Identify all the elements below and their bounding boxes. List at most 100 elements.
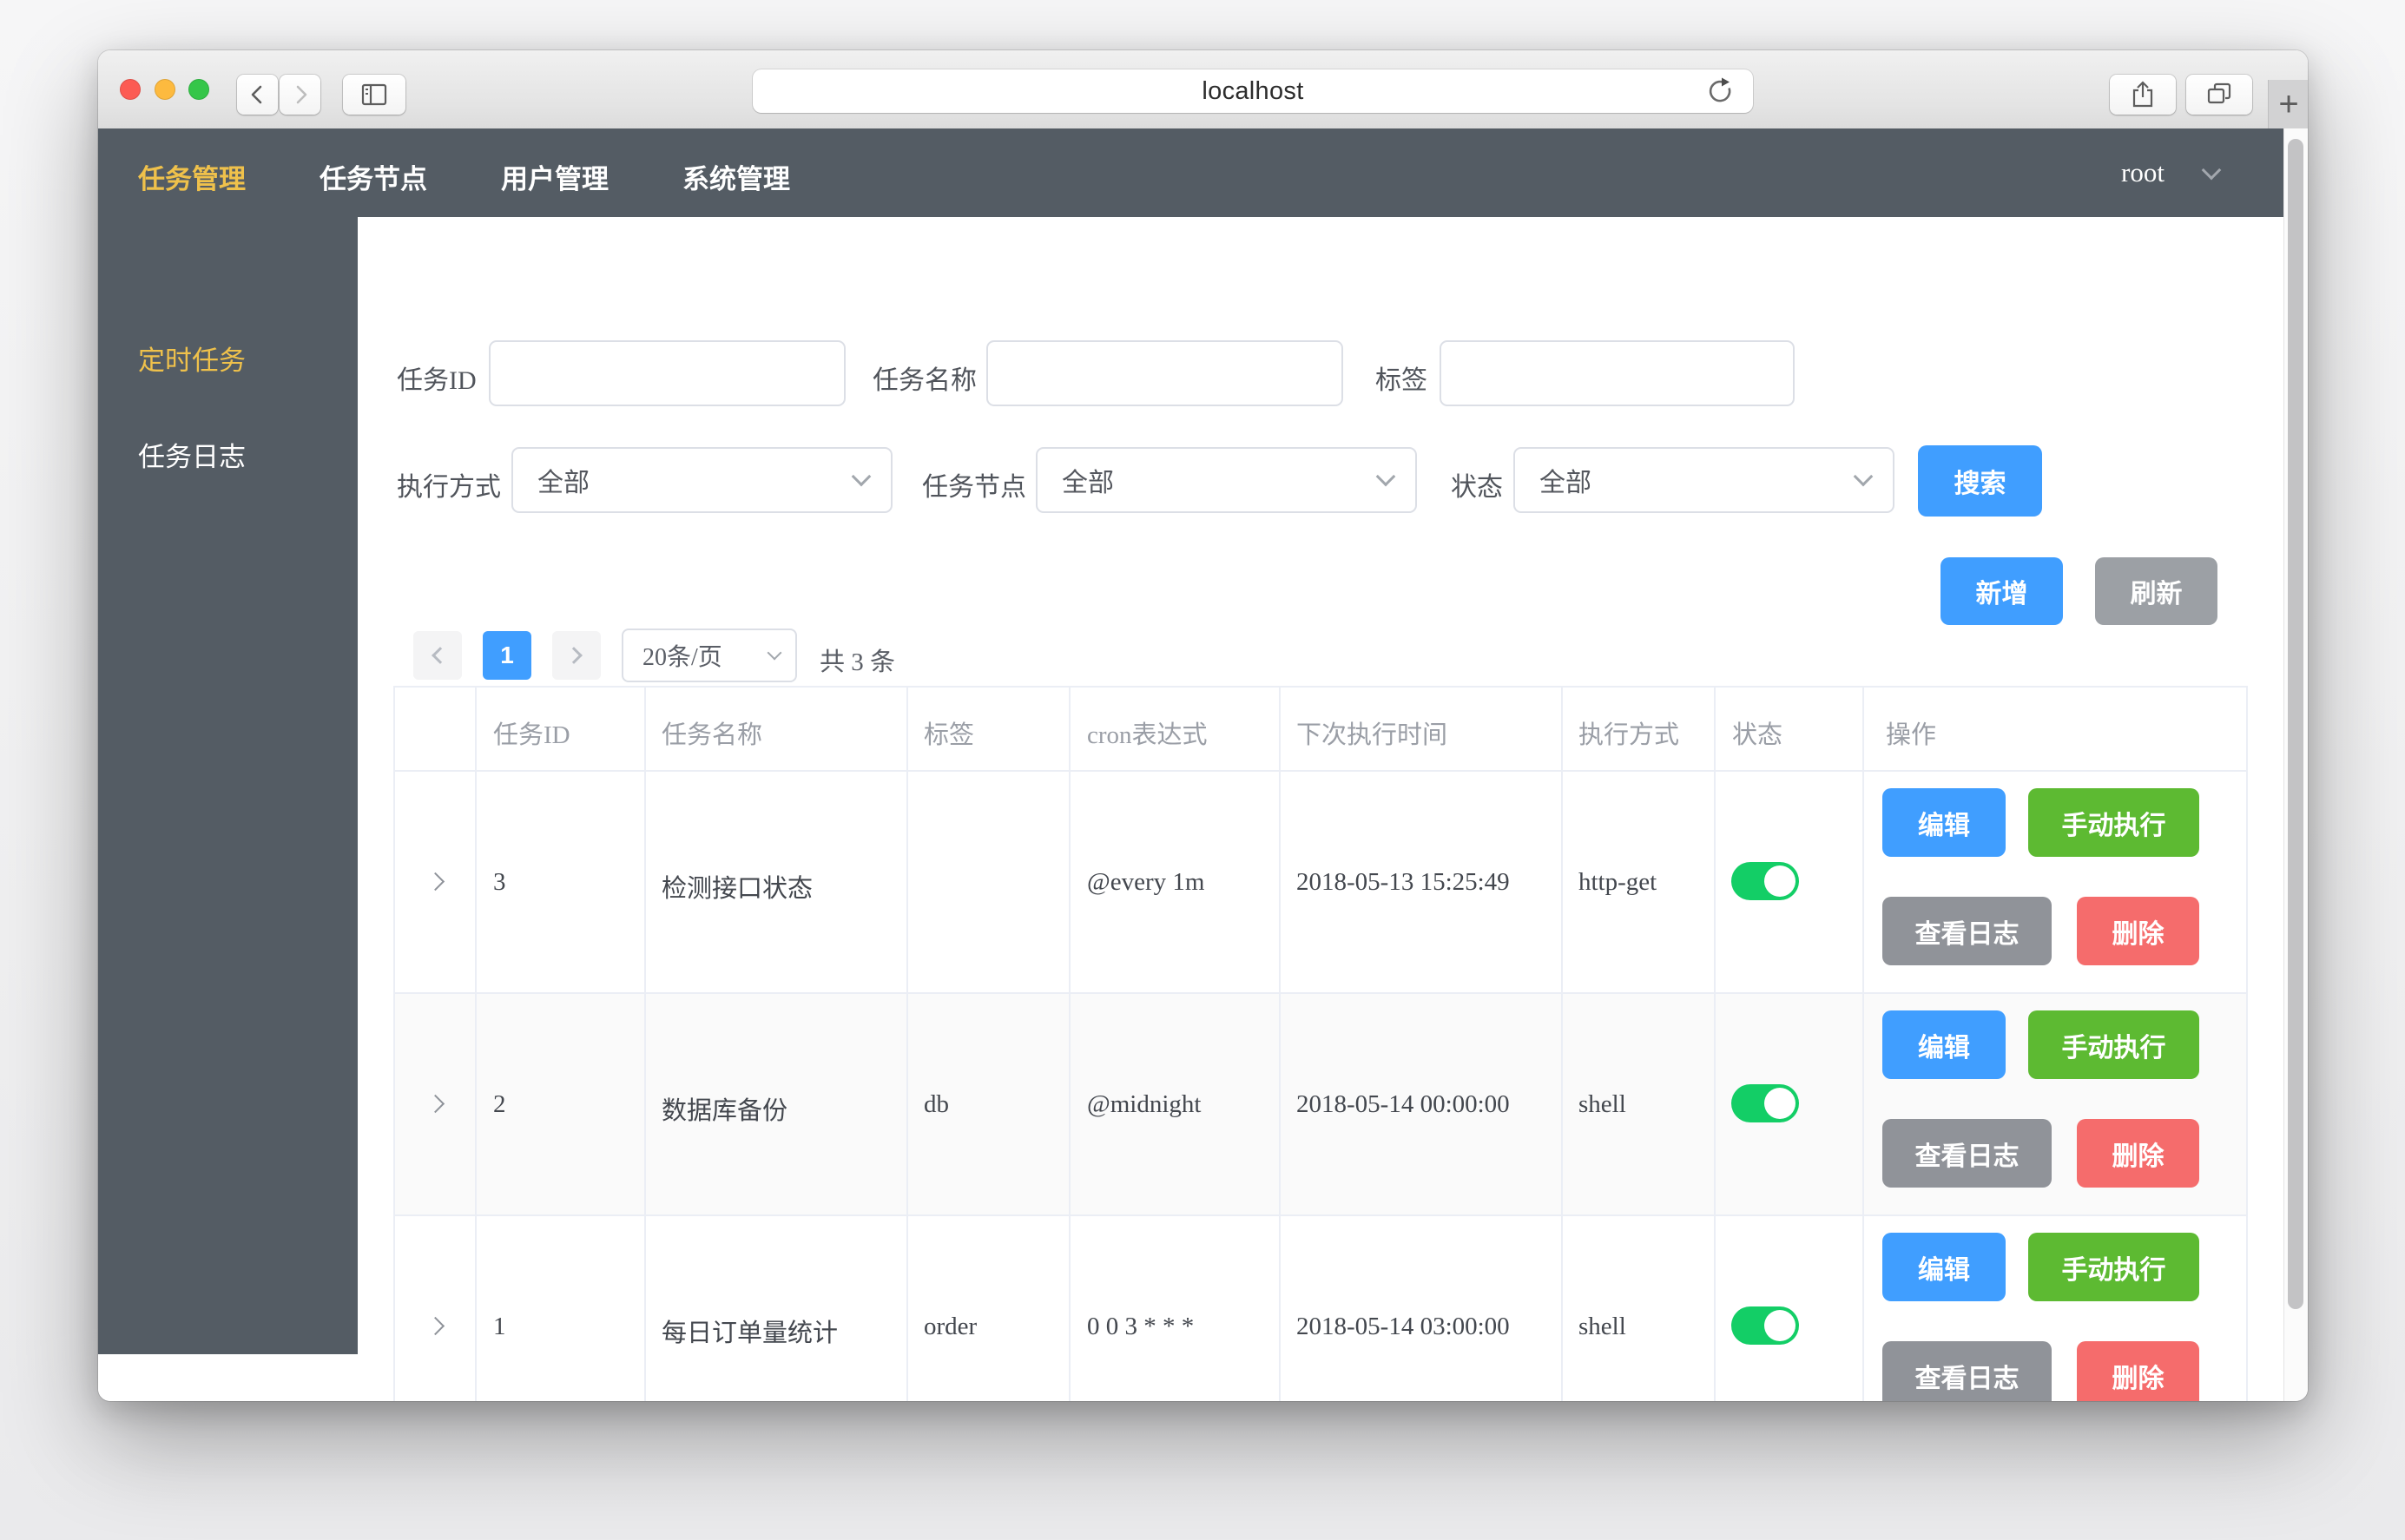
task-name-label: 任务名称 — [873, 359, 977, 397]
table-line — [644, 686, 646, 1401]
cell-tag: db — [924, 1090, 949, 1119]
side-menu: 定时任务 任务日志 — [98, 217, 358, 1354]
cell-next-time: 2018-05-14 03:00:00 — [1296, 1313, 1510, 1341]
browser-window: localhost + 任务管理 — [98, 50, 2308, 1401]
sidebar-item-task-logs[interactable]: 任务日志 — [138, 435, 246, 466]
status-select[interactable]: 全部 — [1513, 447, 1894, 513]
expand-row-icon[interactable] — [426, 1317, 445, 1335]
cell-next-time: 2018-05-14 00:00:00 — [1296, 1090, 1510, 1119]
forward-button[interactable] — [280, 75, 320, 115]
table-line — [1561, 686, 1563, 1401]
edit-button[interactable]: 编辑 — [1882, 1010, 2006, 1079]
chevron-down-icon — [768, 646, 782, 661]
node-select[interactable]: 全部 — [1036, 447, 1417, 513]
cell-protocol: shell — [1578, 1313, 1626, 1341]
cell-cron: @every 1m — [1087, 868, 1204, 897]
cell-cron: @midnight — [1087, 1090, 1201, 1119]
chevron-down-icon — [2202, 161, 2222, 181]
cell-task-id: 1 — [493, 1313, 506, 1341]
total-count: 共 3 条 — [820, 642, 895, 678]
cell-task-id: 3 — [493, 868, 506, 897]
status-label: 状态 — [1451, 465, 1503, 503]
next-page-button[interactable] — [552, 631, 601, 680]
page-number-button[interactable]: 1 — [483, 631, 531, 680]
header-next-time: 下次执行时间 — [1296, 714, 1447, 751]
cell-tag: order — [924, 1313, 977, 1341]
zoom-window-button[interactable] — [188, 79, 209, 100]
tasks-table: 任务ID 任务名称 标签 cron表达式 下次执行时间 执行方式 状态 操作 3… — [393, 686, 2248, 1401]
nav-item-task-nodes[interactable]: 任务节点 — [320, 157, 427, 188]
view-log-button[interactable]: 查看日志 — [1882, 1119, 2052, 1188]
task-id-input[interactable] — [489, 340, 846, 406]
toggle-knob — [1764, 1310, 1796, 1341]
view-log-button[interactable]: 查看日志 — [1882, 897, 2052, 965]
status-toggle[interactable] — [1731, 1306, 1799, 1345]
share-icon — [2129, 80, 2157, 109]
search-button[interactable]: 搜索 — [1918, 445, 2042, 517]
refresh-button[interactable]: 刷新 — [2095, 557, 2217, 625]
cell-next-time: 2018-05-13 15:25:49 — [1296, 868, 1510, 897]
page-size-value: 20条/页 — [642, 638, 722, 673]
status-toggle[interactable] — [1731, 1084, 1799, 1122]
tag-input[interactable] — [1440, 340, 1795, 406]
tag-label: 标签 — [1375, 359, 1427, 397]
chevron-down-icon — [1854, 467, 1874, 487]
cell-task-name: 数据库备份 — [662, 1090, 787, 1127]
edit-button[interactable]: 编辑 — [1882, 1233, 2006, 1301]
reload-icon — [1706, 76, 1736, 106]
table-line — [906, 686, 908, 1401]
view-log-button[interactable]: 查看日志 — [1882, 1341, 2052, 1401]
protocol-select[interactable]: 全部 — [511, 447, 893, 513]
toggle-knob — [1764, 865, 1796, 897]
run-button[interactable]: 手动执行 — [2028, 788, 2199, 857]
page-size-select[interactable]: 20条/页 — [622, 629, 797, 682]
scrollbar-thumb[interactable] — [2288, 139, 2303, 1309]
delete-button[interactable]: 删除 — [2077, 897, 2199, 965]
table-border — [393, 686, 2248, 688]
chevron-down-icon — [852, 467, 872, 487]
cell-cron: 0 0 3 * * * — [1087, 1313, 1194, 1341]
cell-task-name: 检测接口状态 — [662, 868, 813, 905]
add-button[interactable]: 新增 — [1940, 557, 2063, 625]
run-button[interactable]: 手动执行 — [2028, 1010, 2199, 1079]
nav-item-task-management[interactable]: 任务管理 — [138, 157, 246, 188]
status-toggle[interactable] — [1731, 862, 1799, 900]
reload-button[interactable] — [1706, 76, 1736, 110]
tabs-icon — [2204, 81, 2234, 109]
prev-page-button[interactable] — [413, 631, 462, 680]
scrollbar-track[interactable] — [2283, 128, 2308, 1401]
username: root — [2121, 157, 2164, 188]
sidebar-toggle-button[interactable] — [343, 75, 405, 115]
user-menu[interactable]: root — [2121, 157, 2218, 188]
nav-item-user-management[interactable]: 用户管理 — [501, 157, 609, 188]
header-actions: 操作 — [1886, 714, 1936, 751]
cell-protocol: http-get — [1578, 868, 1657, 897]
nav-item-system-management[interactable]: 系统管理 — [682, 157, 790, 188]
delete-button[interactable]: 删除 — [2077, 1341, 2199, 1401]
sidebar-item-scheduled-tasks[interactable]: 定时任务 — [138, 339, 246, 370]
chevron-down-icon — [1376, 467, 1396, 487]
top-navigation: 任务管理 任务节点 用户管理 系统管理 root — [98, 128, 2283, 217]
new-tab-button[interactable]: + — [2268, 80, 2308, 128]
protocol-select-value: 全部 — [537, 461, 590, 499]
expand-row-icon[interactable] — [426, 872, 445, 891]
task-name-input[interactable] — [986, 340, 1343, 406]
chevron-right-icon — [289, 83, 312, 106]
run-button[interactable]: 手动执行 — [2028, 1233, 2199, 1301]
minimize-window-button[interactable] — [155, 79, 175, 100]
table-line — [393, 770, 2248, 772]
close-window-button[interactable] — [120, 79, 141, 100]
address-bar[interactable]: localhost — [753, 69, 1753, 113]
table-line — [393, 992, 2248, 994]
header-status: 状态 — [1732, 714, 1782, 751]
status-select-value: 全部 — [1539, 461, 1591, 499]
task-id-label: 任务ID — [397, 359, 477, 397]
chevron-left-icon — [247, 83, 269, 106]
header-tag: 标签 — [924, 714, 974, 751]
share-button[interactable] — [2110, 75, 2176, 115]
cell-task-name: 每日订单量统计 — [662, 1313, 838, 1349]
edit-button[interactable]: 编辑 — [1882, 788, 2006, 857]
tab-overview-button[interactable] — [2186, 75, 2252, 115]
back-button[interactable] — [237, 75, 278, 115]
delete-button[interactable]: 删除 — [2077, 1119, 2199, 1188]
